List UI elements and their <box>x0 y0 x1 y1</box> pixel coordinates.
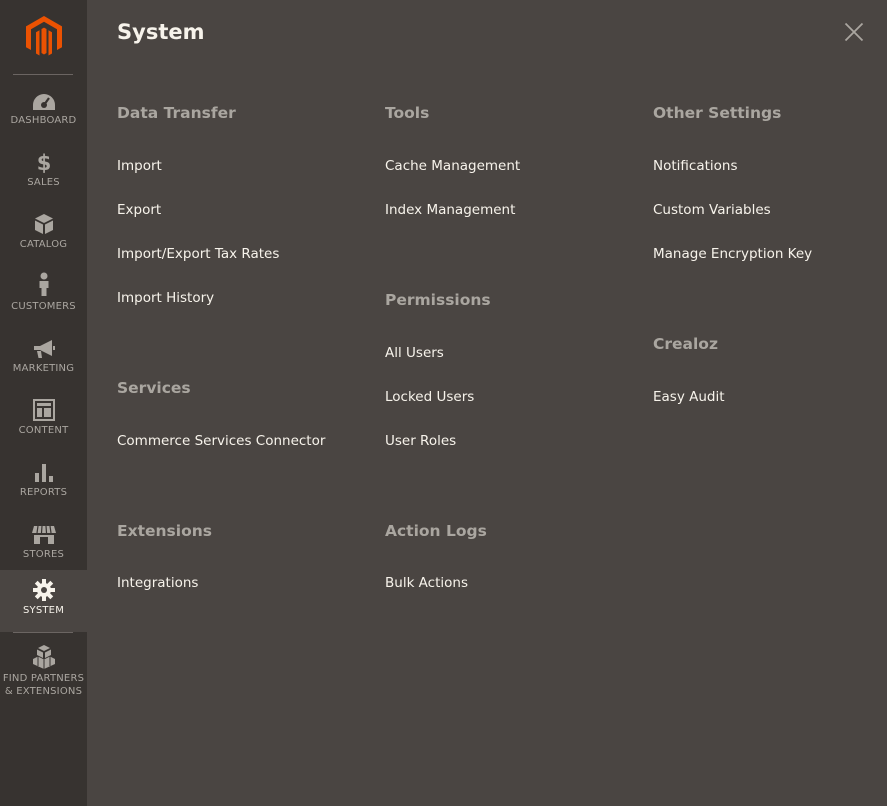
section-title-permissions: Permissions <box>385 291 491 309</box>
menu-link-custom-variables[interactable]: Custom Variables <box>653 202 771 218</box>
sidebar-item-sales[interactable]: $ SALES <box>0 146 87 208</box>
magento-logo-icon <box>25 16 62 56</box>
admin-sidebar: DASHBOARD $ SALES CATALOG CUSTOMERS MARK… <box>0 0 87 806</box>
sidebar-item-marketing[interactable]: MARKETING <box>0 332 87 394</box>
menu-link-all-users[interactable]: All Users <box>385 345 444 361</box>
menu-link-user-roles[interactable]: User Roles <box>385 433 456 449</box>
close-icon <box>844 22 864 42</box>
sidebar-item-system[interactable]: SYSTEM <box>0 570 87 632</box>
menu-link-integrations[interactable]: Integrations <box>117 575 198 591</box>
logo-divider <box>13 74 73 75</box>
close-button[interactable] <box>842 20 866 44</box>
menu-link-locked-users[interactable]: Locked Users <box>385 389 474 405</box>
section-title-extensions: Extensions <box>117 522 212 540</box>
system-menu-panel: System Data Transfer Import Export Impor… <box>87 0 887 806</box>
section-title-action-logs: Action Logs <box>385 522 487 540</box>
dollar-icon: $ <box>37 146 51 176</box>
menu-link-bulk-actions[interactable]: Bulk Actions <box>385 575 468 591</box>
sidebar-item-label: SALES <box>27 177 60 188</box>
megaphone-icon <box>32 332 56 362</box>
menu-link-commerce-services-connector[interactable]: Commerce Services Connector <box>117 433 325 449</box>
menu-link-index-management[interactable]: Index Management <box>385 202 515 218</box>
sidebar-item-label: STORES <box>22 549 65 560</box>
sidebar-item-customers[interactable]: CUSTOMERS <box>0 270 87 332</box>
sidebar-item-label: DASHBOARD <box>10 115 77 126</box>
menu-link-cache-management[interactable]: Cache Management <box>385 158 520 174</box>
blocks-icon <box>32 642 56 672</box>
sidebar-item-label: FIND PARTNERS <box>2 673 85 684</box>
sidebar-item-label: REPORTS <box>19 487 68 498</box>
store-icon <box>31 518 57 548</box>
section-title-data-transfer: Data Transfer <box>117 104 236 122</box>
active-divider <box>13 632 73 633</box>
sidebar-item-catalog[interactable]: CATALOG <box>0 208 87 270</box>
gear-icon <box>32 578 55 604</box>
menu-link-easy-audit[interactable]: Easy Audit <box>653 389 725 405</box>
person-icon <box>38 270 50 300</box>
section-title-tools: Tools <box>385 104 430 122</box>
menu-link-export[interactable]: Export <box>117 202 161 218</box>
section-title-other-settings: Other Settings <box>653 104 782 122</box>
sidebar-item-label: CUSTOMERS <box>11 301 76 312</box>
layout-icon <box>32 394 55 424</box>
sidebar-item-dashboard[interactable]: DASHBOARD <box>0 84 87 146</box>
section-title-services: Services <box>117 379 191 397</box>
menu-link-import-history[interactable]: Import History <box>117 290 214 306</box>
menu-link-notifications[interactable]: Notifications <box>653 158 738 174</box>
sidebar-item-label: MARKETING <box>12 363 75 374</box>
menu-link-import[interactable]: Import <box>117 158 162 174</box>
svg-text:$: $ <box>37 151 51 173</box>
panel-title: System <box>117 20 205 44</box>
magento-logo[interactable] <box>0 0 87 74</box>
menu-link-import-export-tax-rates[interactable]: Import/Export Tax Rates <box>117 246 279 262</box>
sidebar-item-content[interactable]: CONTENT <box>0 394 87 456</box>
sidebar-item-label: SYSTEM <box>22 605 65 616</box>
section-title-crealoz: Crealoz <box>653 335 718 353</box>
menu-link-manage-encryption-key[interactable]: Manage Encryption Key <box>653 246 812 262</box>
sidebar-item-reports[interactable]: REPORTS <box>0 456 87 518</box>
box-icon <box>34 208 54 238</box>
sidebar-item-label-line2: & EXTENSIONS <box>4 686 83 697</box>
dashboard-icon <box>32 84 56 114</box>
sidebar-item-label: CATALOG <box>19 239 68 250</box>
sidebar-item-find-partners[interactable]: FIND PARTNERS & EXTENSIONS <box>0 642 87 704</box>
sidebar-item-label: CONTENT <box>18 425 69 436</box>
bar-chart-icon <box>34 456 54 486</box>
